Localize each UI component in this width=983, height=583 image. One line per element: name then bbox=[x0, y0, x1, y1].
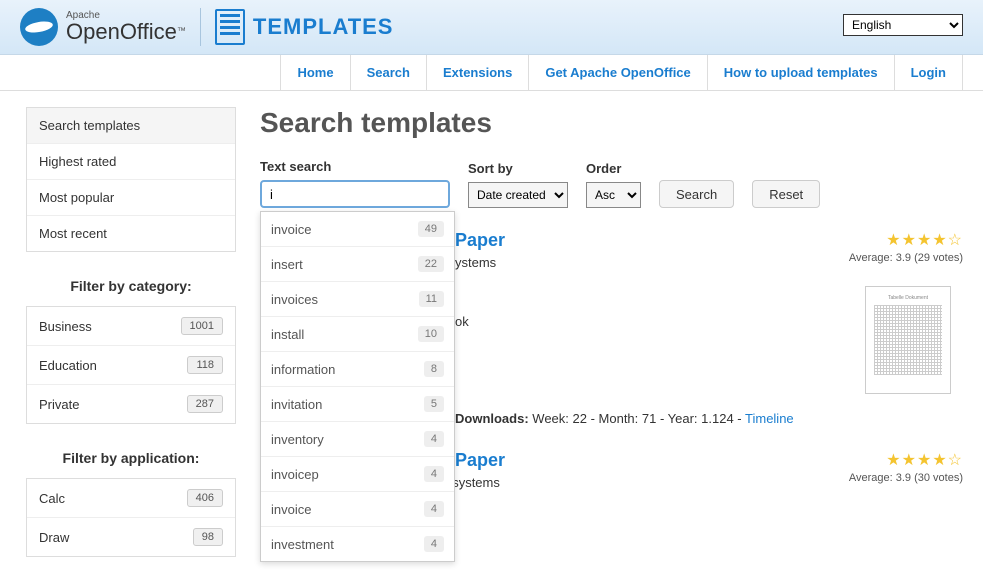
count-badge: 118 bbox=[187, 356, 223, 374]
count-badge: 287 bbox=[187, 395, 223, 413]
autocomplete-count: 4 bbox=[424, 431, 444, 447]
sort-select[interactable]: Date created bbox=[468, 182, 568, 208]
search-form: Text search Sort by Date created Order A… bbox=[260, 159, 963, 208]
autocomplete-item[interactable]: investment 4 bbox=[261, 527, 454, 561]
nav-howto-upload[interactable]: How to upload templates bbox=[707, 55, 894, 90]
count-badge: 1001 bbox=[181, 317, 223, 335]
autocomplete-item[interactable]: inventory 4 bbox=[261, 422, 454, 457]
order-select[interactable]: Asc bbox=[586, 182, 641, 208]
star-rating[interactable]: ★★★★☆ bbox=[849, 450, 963, 470]
filter-category-title: Filter by category: bbox=[26, 278, 236, 294]
result-thumbnail[interactable]: Tabelle Dokument bbox=[865, 286, 951, 394]
autocomplete-item[interactable]: invoice 4 bbox=[261, 492, 454, 527]
autocomplete-item[interactable]: invoices 11 bbox=[261, 282, 454, 317]
autocomplete-count: 4 bbox=[424, 536, 444, 552]
autocomplete-term: inventory bbox=[271, 432, 324, 447]
document-icon bbox=[215, 9, 245, 45]
text-search-input[interactable] bbox=[260, 180, 450, 208]
result-downloads: Downloads: Week: 22 - Month: 71 - Year: … bbox=[455, 411, 963, 426]
page-title: Search templates bbox=[260, 107, 963, 139]
sidebar-tab-highest[interactable]: Highest rated bbox=[27, 144, 235, 180]
content: Search templates Text search Sort by Dat… bbox=[260, 107, 963, 583]
app-calc[interactable]: Calc 406 bbox=[27, 479, 235, 518]
sidebar-tab-search[interactable]: Search templates bbox=[27, 108, 235, 144]
autocomplete-term: invoices bbox=[271, 292, 318, 307]
autocomplete-item[interactable]: insert 22 bbox=[261, 247, 454, 282]
autocomplete-term: invoice bbox=[271, 222, 311, 237]
category-education[interactable]: Education 118 bbox=[27, 346, 235, 385]
autocomplete-count: 10 bbox=[418, 326, 444, 342]
language-select[interactable]: English bbox=[843, 14, 963, 36]
count-badge: 98 bbox=[193, 528, 223, 546]
rating-text: Average: 3.9 (29 votes) bbox=[849, 252, 963, 264]
category-private[interactable]: Private 287 bbox=[27, 385, 235, 423]
nav-search[interactable]: Search bbox=[350, 55, 426, 90]
grid-icon bbox=[874, 305, 942, 375]
nav-extensions[interactable]: Extensions bbox=[426, 55, 528, 90]
reset-button[interactable]: Reset bbox=[752, 180, 820, 208]
sidebar-tab-popular[interactable]: Most popular bbox=[27, 180, 235, 216]
filter-app-title: Filter by application: bbox=[26, 450, 236, 466]
sidebar-tabs: Search templates Highest rated Most popu… bbox=[26, 107, 236, 252]
text-search-label: Text search bbox=[260, 159, 450, 174]
templates-label: TEMPLATES bbox=[253, 14, 394, 40]
autocomplete-term: investment bbox=[271, 537, 334, 552]
autocomplete-count: 11 bbox=[419, 291, 444, 307]
category-business[interactable]: Business 1001 bbox=[27, 307, 235, 346]
autocomplete-item[interactable]: information 8 bbox=[261, 352, 454, 387]
nav-home[interactable]: Home bbox=[280, 55, 349, 90]
autocomplete-term: invoice bbox=[271, 502, 311, 517]
search-button[interactable]: Search bbox=[659, 180, 734, 208]
autocomplete-item[interactable]: invoice 49 bbox=[261, 212, 454, 247]
sidebar: Search templates Highest rated Most popu… bbox=[26, 107, 236, 583]
autocomplete-term: install bbox=[271, 327, 304, 342]
nav-login[interactable]: Login bbox=[894, 55, 963, 90]
rating-text: Average: 3.9 (30 votes) bbox=[849, 472, 963, 484]
order-label: Order bbox=[586, 161, 641, 176]
application-list: Calc 406 Draw 98 bbox=[26, 478, 236, 557]
autocomplete-term: invitation bbox=[271, 397, 322, 412]
autocomplete-count: 49 bbox=[418, 221, 444, 237]
autocomplete-count: 5 bbox=[424, 396, 444, 412]
brand-big: OpenOffice bbox=[66, 19, 177, 44]
timeline-link[interactable]: Timeline bbox=[745, 411, 794, 426]
nav-get-openoffice[interactable]: Get Apache OpenOffice bbox=[528, 55, 706, 90]
autocomplete-count: 4 bbox=[424, 466, 444, 482]
autocomplete-count: 4 bbox=[424, 501, 444, 517]
sidebar-tab-recent[interactable]: Most recent bbox=[27, 216, 235, 251]
count-badge: 406 bbox=[187, 489, 223, 507]
autocomplete-term: information bbox=[271, 362, 335, 377]
openoffice-icon bbox=[20, 8, 58, 46]
sort-label: Sort by bbox=[468, 161, 568, 176]
app-draw[interactable]: Draw 98 bbox=[27, 518, 235, 556]
header: Apache OpenOffice™ TEMPLATES English bbox=[0, 0, 983, 55]
autocomplete-item[interactable]: install 10 bbox=[261, 317, 454, 352]
rating-box: ★★★★☆ Average: 3.9 (30 votes) bbox=[849, 450, 963, 484]
openoffice-logo[interactable]: Apache OpenOffice™ bbox=[20, 8, 186, 46]
autocomplete-count: 22 bbox=[418, 256, 444, 272]
autocomplete-term: invoicep bbox=[271, 467, 319, 482]
rating-box: ★★★★☆ Average: 3.9 (29 votes) bbox=[849, 230, 963, 264]
autocomplete-dropdown: invoice 49 insert 22 invoices 11 install 10 info… bbox=[260, 211, 455, 562]
templates-logo[interactable]: TEMPLATES bbox=[215, 9, 394, 45]
star-rating[interactable]: ★★★★☆ bbox=[849, 230, 963, 250]
autocomplete-item[interactable]: invitation 5 bbox=[261, 387, 454, 422]
navbar: Home Search Extensions Get Apache OpenOf… bbox=[0, 55, 983, 91]
autocomplete-item[interactable]: invoicep 4 bbox=[261, 457, 454, 492]
autocomplete-count: 8 bbox=[424, 361, 444, 377]
autocomplete-term: insert bbox=[271, 257, 303, 272]
category-list: Business 1001 Education 118 Private 287 bbox=[26, 306, 236, 424]
header-divider bbox=[200, 8, 201, 46]
